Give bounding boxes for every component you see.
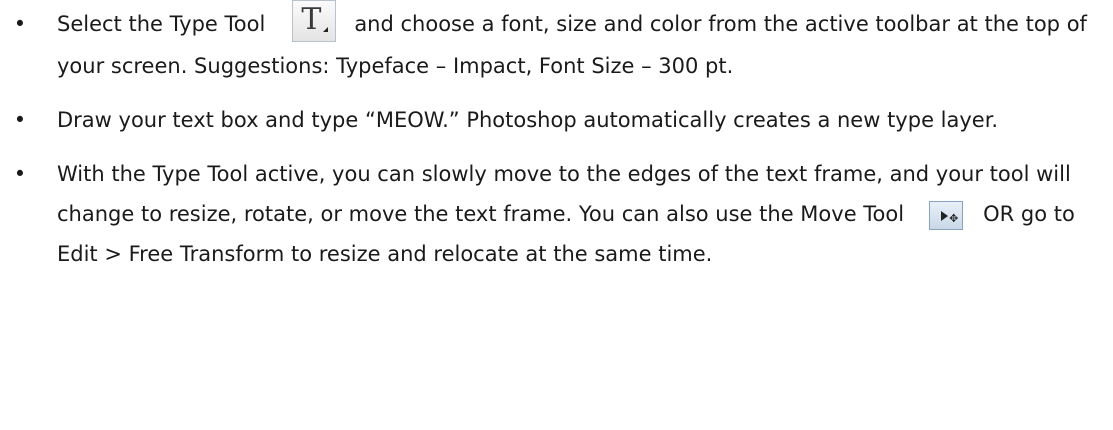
bullet-icon: • — [13, 162, 27, 186]
item-text: Draw your text box and type “MEOW.” Phot… — [57, 108, 999, 132]
move-cross-icon: ✥ — [949, 211, 959, 225]
bullet-icon: • — [13, 108, 27, 132]
bullet-icon: • — [13, 12, 27, 36]
item-text-before-icon: Select the Type Tool — [57, 12, 266, 36]
type-tool-icon: T — [292, 0, 337, 42]
instruction-list: • Select the Type Tool Tand choose a font… — [0, 0, 1113, 288]
list-item: • With the Type Tool active, you can slo… — [0, 154, 1113, 274]
item-text-before-icon: With the Type Tool active, you can slowl… — [57, 162, 1071, 226]
move-tool-icon: ✥ — [929, 200, 964, 230]
move-arrow-icon — [941, 210, 949, 221]
list-item: • Select the Type Tool Tand choose a font… — [0, 0, 1113, 86]
type-tool-glyph: T — [301, 2, 322, 37]
tool-corner-indicator — [323, 27, 329, 32]
list-item: • Draw your text box and type “MEOW.” Ph… — [0, 100, 1113, 140]
document-page: • Select the Type Tool Tand choose a font… — [0, 0, 1113, 430]
